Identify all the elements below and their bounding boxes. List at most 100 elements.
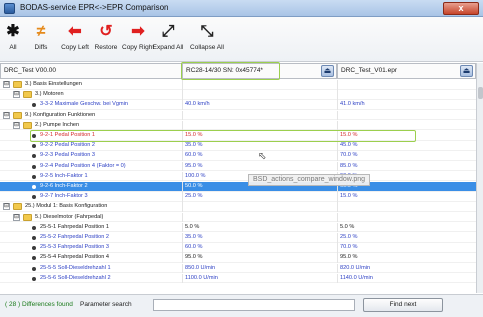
tree-group-row[interactable]: ⊟ 25.) Modul 1: Basis Konfiguration (0, 202, 476, 212)
tooltip: BSD_actions_compare_window.png (248, 174, 371, 186)
left-device-label: RC28-14/30 SN: 0x45774* (186, 67, 263, 74)
parameter-row[interactable]: 25-5-3 Fahrpedal Position 3 60.0 % 70.0 % (0, 243, 476, 253)
left-value-cell[interactable]: 850.0 U/min (182, 263, 334, 274)
right-value-cell[interactable]: 820.0 U/min (337, 263, 476, 274)
tree-group-row[interactable]: ⊟ 5.) Dieselmotor (Fahrpedal) (0, 212, 476, 223)
tree-cell: ⊟ 2.) Pumpe Inchen (0, 121, 180, 131)
parameter-row[interactable]: 25-5-2 Fahrpedal Position 2 35.0 % 25.0 % (0, 233, 476, 243)
collapse-toggle-icon[interactable]: ⊟ (13, 91, 20, 99)
left-value-cell[interactable]: 40.0 km/h (182, 100, 334, 110)
left-value-cell[interactable]: 60.0 % (182, 243, 334, 253)
parameter-bullet-icon (32, 134, 36, 138)
parameter-row[interactable]: 25-5-5 Soll-Dieseldrehzahl 1 850.0 U/min 8… (0, 263, 476, 274)
eject-icon[interactable]: ⏏ (460, 65, 473, 77)
right-value-cell[interactable] (337, 80, 476, 90)
row-label: 25-5-3 Fahrpedal Position 3 (40, 244, 110, 251)
right-value-cell[interactable]: 70.0 % (337, 243, 476, 253)
right-value-cell[interactable] (337, 110, 476, 121)
tree-cell: 9-2-2 Pedal Position 2 (0, 141, 180, 151)
left-value-cell[interactable] (182, 90, 334, 100)
right-value-cell[interactable] (337, 212, 476, 223)
left-value-cell[interactable]: 15.0 % (182, 131, 334, 141)
folder-icon (23, 91, 32, 99)
left-value-cell[interactable]: 25.0 % (182, 192, 334, 202)
toolbar-button-label: Copy Left (61, 44, 89, 51)
tree-group-row[interactable]: ⊟ 3.) Basis Einstellungen (0, 80, 476, 90)
collapse-all-button[interactable]: ⤡ Collapse All (184, 20, 230, 51)
differences-count: ( 28 ) Differences found (5, 301, 73, 308)
expand-all-button[interactable]: ⤢ Expand All (152, 20, 184, 51)
collapse-toggle-icon[interactable]: ⊟ (3, 111, 10, 119)
left-value-cell[interactable] (182, 110, 334, 121)
scroll-thumb[interactable] (478, 87, 483, 99)
left-value-cell[interactable]: 1100.0 U/min (182, 273, 334, 284)
parameter-row[interactable]: 25-5-4 Fahrpedal Position 4 95.0 % 95.0 % (0, 253, 476, 263)
right-value-cell[interactable]: 45.0 % (337, 141, 476, 151)
parameter-row[interactable]: 9-2-7 Inch-Faktor 3 25.0 % 15.0 % (0, 192, 476, 202)
left-device-header: RC28-14/30 SN: 0x45774* ⏏ (182, 63, 337, 79)
diffs-button[interactable]: ≠ Diffs (28, 20, 54, 51)
all-button[interactable]: ✱ All (2, 20, 24, 51)
collapse-toggle-icon[interactable]: ⊟ (13, 213, 20, 221)
row-label: 25-5-6 Soll-Dieseldrehzahl 2 (40, 274, 111, 281)
right-value-cell[interactable]: 5.0 % (337, 222, 476, 233)
left-value-cell[interactable] (182, 202, 334, 212)
parameter-row[interactable]: 3-3-2 Maximale Geschw. bei Vgmin 40.0 km/… (0, 100, 476, 110)
collapse-all-icon: ⤡ (200, 23, 214, 40)
parameter-row[interactable]: 9-2-4 Pedal Position 4 (Faktor = 0) 95.0 … (0, 161, 476, 172)
left-value-cell[interactable]: 5.0 % (182, 222, 334, 233)
parameter-bullet-icon (32, 256, 36, 261)
right-value-cell[interactable]: 15.0 % (337, 131, 476, 141)
right-value-cell[interactable]: 85.0 % (337, 161, 476, 172)
arrow-right-icon: ➡ (131, 23, 145, 40)
tree-cell: 9-2-5 Inch-Faktor 1 (0, 172, 180, 182)
left-value-cell[interactable]: 95.0 % (182, 161, 334, 172)
tree-cell: ⊟ 3.) Motoren (0, 90, 180, 100)
collapse-toggle-icon[interactable]: ⊟ (3, 81, 10, 88)
tree-cell: 25-5-2 Fahrpedal Position 2 (0, 233, 180, 243)
right-value-cell[interactable]: 15.0 % (337, 192, 476, 202)
parameter-row[interactable]: 9-2-5 Inch-Faktor 1100.0 %90.0 % (0, 171, 476, 182)
row-label: 9-2-3 Pedal Position 3 (40, 152, 96, 159)
parameter-bullet-icon (32, 154, 36, 159)
find-next-button[interactable]: Find next (363, 298, 443, 312)
parameter-row[interactable]: 25-5-1 Fahrpedal Position 1 5.0 % 5.0 % (0, 222, 476, 233)
row-label: 9-2-1 Pedal Position 1 (40, 132, 96, 138)
eject-icon[interactable]: ⏏ (321, 65, 334, 77)
right-value-cell[interactable] (337, 120, 476, 131)
arrow-left-icon: ⬅ (68, 23, 82, 40)
right-value-cell[interactable] (337, 202, 476, 212)
parameter-bullet-icon (32, 103, 36, 108)
left-value-cell[interactable]: 95.0 % (182, 253, 334, 263)
left-value-cell[interactable]: 35.0 % (182, 141, 334, 151)
tree-group-row[interactable]: ⊟ 3.) Motoren (0, 90, 476, 100)
right-value-cell[interactable] (337, 90, 476, 100)
row-label: 9-2-4 Pedal Position 4 (Faktor = 0) (40, 162, 126, 169)
parameter-row[interactable]: 9-2-6 Inch-Faktor 2 50.0 % 60.0 % (0, 182, 476, 192)
collapse-toggle-icon[interactable]: ⊟ (3, 203, 10, 211)
right-value-cell[interactable]: 95.0 % (337, 253, 476, 263)
left-value-cell[interactable]: 35.0 % (182, 233, 334, 243)
right-value-cell[interactable]: 1140.0 U/min (337, 273, 476, 284)
left-value-cell[interactable] (182, 120, 334, 131)
parameter-search-input[interactable] (153, 299, 355, 311)
right-value-cell[interactable]: 70.0 % (337, 151, 476, 161)
left-value-cell[interactable] (182, 212, 334, 223)
right-value-cell[interactable]: 25.0 % (337, 233, 476, 243)
tree-group-row[interactable]: ⊟ 2.) Pumpe Inchen (0, 120, 476, 131)
restore-button[interactable]: ↺ Restore (92, 20, 120, 51)
restore-icon: ↺ (99, 23, 113, 40)
parameter-bullet-icon (32, 276, 36, 281)
parameter-row[interactable]: 9-2-3 Pedal Position 3 60.0 % 70.0 % (0, 151, 476, 161)
parameter-row[interactable]: 9-2-1 Pedal Position 1 15.0 % 15.0 % (0, 131, 476, 141)
copy-left-button[interactable]: ⬅ Copy Left (60, 20, 90, 51)
vertical-scrollbar[interactable] (476, 63, 483, 293)
close-button[interactable]: x (443, 2, 479, 15)
left-value-cell[interactable] (182, 80, 334, 90)
parameter-row[interactable]: 25-5-6 Soll-Dieseldrehzahl 2 1100.0 U/min… (0, 273, 476, 284)
collapse-toggle-icon[interactable]: ⊟ (13, 121, 20, 129)
parameter-row[interactable]: 9-2-2 Pedal Position 2 35.0 % 45.0 % (0, 141, 476, 151)
copy-right-button[interactable]: ➡ Copy Right (122, 20, 154, 51)
right-value-cell[interactable]: 41.0 km/h (337, 100, 476, 110)
tree-group-row[interactable]: ⊟ 9.) Konfiguration Funktionen (0, 110, 476, 121)
